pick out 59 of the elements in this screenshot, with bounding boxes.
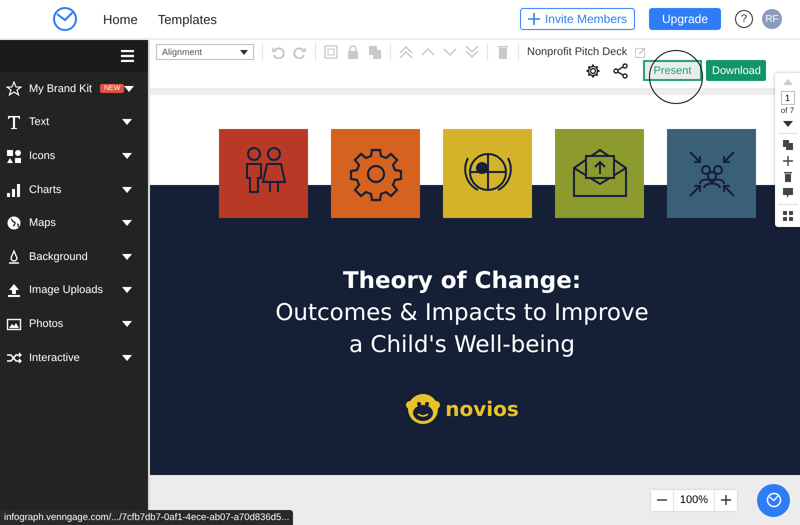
duplicate-page-icon[interactable] [782,140,792,150]
sidebar-item-icon [6,282,22,298]
menu-icon[interactable] [121,50,134,62]
comment-icon[interactable] [782,188,792,198]
alignment-dropdown[interactable]: Alignment [156,44,254,60]
nav-link[interactable]: Home [103,12,138,26]
logo-icon[interactable] [52,6,78,32]
caret-down-icon [122,320,132,327]
sidebar-item-icon [6,350,22,366]
sidebar-item-icon [6,215,22,232]
click-highlight [649,50,703,104]
caret-down-icon [122,287,132,294]
caret-down-icon [122,220,132,226]
invite-members-button[interactable]: Invite Members [520,8,635,30]
caret-down-icon [122,254,132,260]
zoom-in-button[interactable] [715,490,737,510]
sidebar-item[interactable]: Photos [0,307,148,341]
help-chat-button[interactable] [757,484,790,516]
settings-icon[interactable] [585,62,601,78]
page-number-field[interactable]: 1 [780,91,794,105]
sidebar-item[interactable]: Maps [0,206,148,240]
document-title[interactable]: Nonprofit Pitch Deck [527,46,628,58]
upgrade-button[interactable]: Upgrade [649,8,721,30]
share-icon[interactable] [613,62,629,78]
logo-icon [766,492,782,508]
next-page-icon[interactable] [782,121,792,127]
sidebar-item-icon [6,148,22,164]
sidebar-item-icon [6,248,22,265]
caret-down-icon [122,152,132,159]
status-url: infograph.venngage.com/.../7cfb7db7-0af1-4ece-ab07-a70d836d5... [0,510,294,525]
slide-subtitle: a Child's Well-being [349,331,575,360]
sidebar-item[interactable]: Icons [0,139,148,173]
sidebar-item[interactable]: Text [0,106,148,140]
caret-down-icon [122,119,132,126]
sidebar-item[interactable]: Background [0,240,148,274]
sidebar-item-icon [6,114,22,130]
caret-down-icon [124,86,134,92]
trash-icon[interactable] [782,172,792,182]
sidebar-item[interactable]: Image Uploads [0,274,148,308]
caret-down-icon [122,186,132,193]
caret-down-icon [240,50,248,54]
page-count: of 7 [780,106,794,115]
download-button[interactable]: Download [706,60,766,81]
add-page-icon[interactable] [782,156,792,166]
sidebar-item-icon [6,80,22,97]
monkey-logo-icon [405,391,442,427]
sidebar-item-icon [6,182,22,198]
sidebar-item[interactable]: Charts [0,172,148,206]
logo-text: novios [445,397,519,421]
help-button[interactable]: ? [735,10,753,28]
sidebar-item[interactable]: Interactive [0,340,148,374]
slide-subtitle: Outcomes & Impacts to Improve [275,299,649,328]
nav-link[interactable]: Templates [158,12,217,26]
caret-down-icon [122,354,132,361]
zoom-out-button[interactable] [650,490,673,510]
slide-title: Theory of Change: [342,267,582,296]
plus-icon [528,13,540,25]
plus-icon [721,495,731,505]
grid-view-icon[interactable] [782,211,792,221]
